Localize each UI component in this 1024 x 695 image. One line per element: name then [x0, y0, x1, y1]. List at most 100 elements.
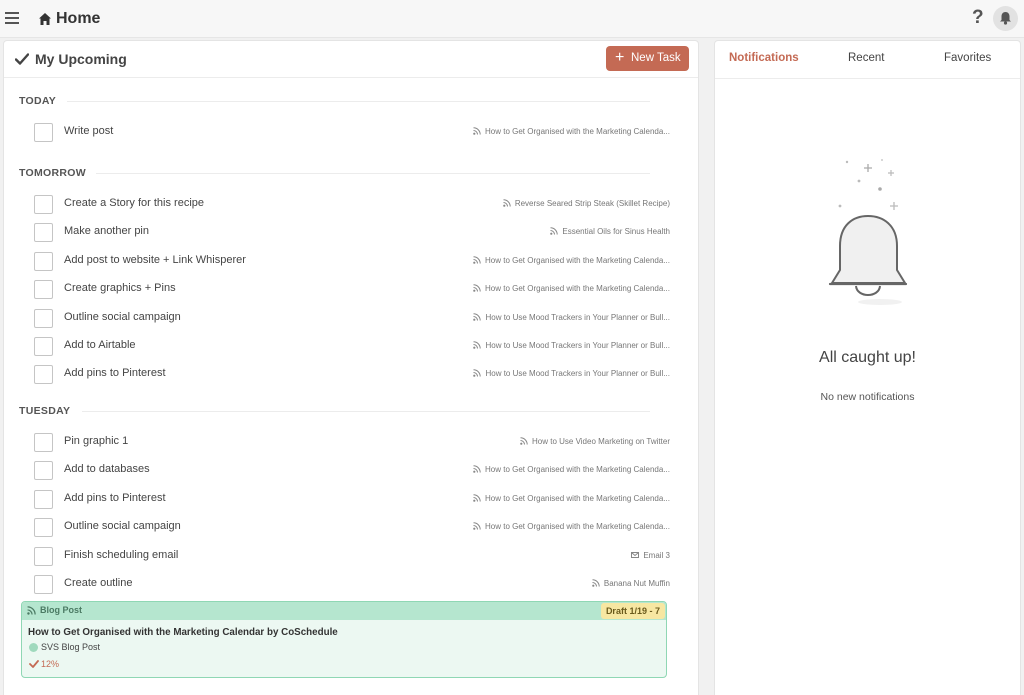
- notifications-button[interactable]: [993, 6, 1018, 31]
- task-link[interactable]: Reverse Seared Strip Steak (Skillet Reci…: [503, 199, 670, 208]
- task-checkbox[interactable]: [34, 518, 53, 537]
- task-checkbox[interactable]: [34, 461, 53, 480]
- task-link[interactable]: Essential Oils for Sinus Health: [550, 227, 670, 236]
- task-title[interactable]: Add pins to Pinterest: [64, 492, 166, 504]
- task-checkbox[interactable]: [34, 575, 53, 594]
- page-title: Home: [56, 10, 101, 27]
- bell-illustration-icon: [828, 159, 908, 305]
- status-date: 1/19 - 7: [629, 606, 660, 616]
- blog-post-card[interactable]: Blog Post Draft 1/19 - 7 How to Get Orga…: [21, 601, 667, 678]
- task-link-label: How to Get Organised with the Marketing …: [485, 284, 670, 293]
- task-title[interactable]: Outline social campaign: [64, 520, 181, 532]
- task-title[interactable]: Outline social campaign: [64, 311, 181, 323]
- tab-favorites[interactable]: Favorites: [944, 52, 991, 64]
- task-row: Add to databases How to Get Organised wi…: [34, 459, 670, 481]
- task-checkbox[interactable]: [34, 223, 53, 242]
- task-link[interactable]: How to Get Organised with the Marketing …: [473, 465, 670, 474]
- task-link-label: How to Get Organised with the Marketing …: [485, 494, 670, 503]
- feed-icon: [473, 494, 481, 502]
- feed-icon: [473, 465, 481, 473]
- task-row: Create outline Banana Nut Muffin: [34, 573, 670, 595]
- task-row: Make another pin Essential Oils for Sinu…: [34, 221, 670, 243]
- task-title[interactable]: Create graphics + Pins: [64, 282, 176, 294]
- task-checkbox[interactable]: [34, 365, 53, 384]
- empty-state-title: All caught up!: [819, 349, 916, 366]
- home-icon: [39, 13, 51, 25]
- blog-title[interactable]: How to Get Organised with the Marketing …: [28, 627, 338, 638]
- section-tomorrow: TOMORROW: [19, 167, 86, 179]
- section-divider: [82, 411, 650, 412]
- task-title[interactable]: Add to Airtable: [64, 339, 136, 351]
- menu-icon[interactable]: [5, 12, 19, 24]
- new-task-button[interactable]: + New Task: [606, 46, 689, 71]
- task-checkbox[interactable]: [34, 309, 53, 328]
- task-link[interactable]: How to Get Organised with the Marketing …: [473, 284, 670, 293]
- task-checkbox[interactable]: [34, 252, 53, 271]
- feed-icon: [473, 127, 481, 135]
- feed-icon: [550, 227, 559, 235]
- task-row: Add to Airtable How to Use Mood Trackers…: [34, 335, 670, 357]
- email-icon: [631, 552, 640, 558]
- check-icon: [15, 53, 29, 65]
- tab-notifications[interactable]: Notifications: [729, 52, 799, 64]
- status-badge[interactable]: Draft 1/19 - 7: [600, 603, 665, 619]
- task-link-label: How to Use Mood Trackers in Your Planner…: [485, 369, 670, 378]
- task-title[interactable]: Write post: [64, 125, 113, 137]
- my-upcoming-panel: My Upcoming + New Task TODAY Write post …: [3, 40, 699, 695]
- task-link-label: How to Get Organised with the Marketing …: [485, 127, 670, 136]
- help-icon[interactable]: ?: [972, 7, 984, 29]
- section-divider: [96, 173, 650, 174]
- check-icon: [29, 660, 39, 668]
- task-checkbox[interactable]: [34, 195, 53, 214]
- task-checkbox[interactable]: [34, 337, 53, 356]
- plus-icon: +: [615, 49, 625, 66]
- task-row: Pin graphic 1 How to Use Video Marketing…: [34, 431, 670, 453]
- panel-title: My Upcoming: [35, 51, 127, 67]
- feed-icon: [473, 341, 482, 349]
- task-link[interactable]: How to Use Mood Trackers in Your Planner…: [473, 369, 670, 378]
- task-link-label: How to Use Mood Trackers in Your Planner…: [485, 341, 670, 350]
- task-row: Add pins to Pinterest How to Get Organis…: [34, 488, 670, 510]
- feed-icon: [473, 522, 481, 530]
- task-title[interactable]: Make another pin: [64, 225, 149, 237]
- task-checkbox[interactable]: [34, 280, 53, 299]
- task-link[interactable]: How to Use Mood Trackers in Your Planner…: [473, 341, 670, 350]
- task-link[interactable]: How to Get Organised with the Marketing …: [473, 494, 670, 503]
- task-title[interactable]: Finish scheduling email: [64, 549, 178, 561]
- task-title[interactable]: Create outline: [64, 577, 133, 589]
- feed-icon: [473, 284, 481, 292]
- task-link[interactable]: How to Get Organised with the Marketing …: [473, 127, 670, 136]
- empty-state-subtitle: No new notifications: [820, 391, 915, 403]
- notifications-panel: Notifications Recent Favorites All caugh…: [714, 40, 1021, 695]
- task-row: Outline social campaign How to Get Organ…: [34, 516, 670, 538]
- tab-recent[interactable]: Recent: [848, 52, 884, 64]
- task-checkbox[interactable]: [34, 490, 53, 509]
- feed-icon: [592, 579, 600, 587]
- task-link[interactable]: How to Use Video Marketing on Twitter: [520, 437, 670, 446]
- section-tuesday: TUESDAY: [19, 405, 71, 417]
- feed-icon: [473, 256, 481, 264]
- feed-icon: [503, 199, 511, 207]
- task-title[interactable]: Add pins to Pinterest: [64, 367, 166, 379]
- task-title[interactable]: Add to databases: [64, 463, 150, 475]
- task-link-label: How to Get Organised with the Marketing …: [485, 522, 670, 531]
- task-link[interactable]: How to Use Mood Trackers in Your Planner…: [473, 313, 670, 322]
- task-link[interactable]: Email 3: [631, 551, 670, 560]
- task-checkbox[interactable]: [34, 433, 53, 452]
- task-title[interactable]: Pin graphic 1: [64, 435, 128, 447]
- tab-bar: Notifications Recent Favorites: [715, 41, 1020, 79]
- feed-icon: [473, 369, 482, 377]
- task-link[interactable]: How to Get Organised with the Marketing …: [473, 522, 670, 531]
- section-divider: [67, 101, 650, 102]
- task-link-label: Essential Oils for Sinus Health: [562, 227, 670, 236]
- task-checkbox[interactable]: [34, 547, 53, 566]
- new-task-label: New Task: [631, 52, 681, 64]
- task-link[interactable]: Banana Nut Muffin: [592, 579, 670, 588]
- task-link[interactable]: How to Get Organised with the Marketing …: [473, 256, 670, 265]
- section-today: TODAY: [19, 95, 57, 107]
- task-row: Finish scheduling email Email 3: [34, 545, 670, 567]
- task-title[interactable]: Add post to website + Link Whisperer: [64, 254, 246, 266]
- task-checkbox[interactable]: [34, 123, 53, 142]
- task-title[interactable]: Create a Story for this recipe: [64, 197, 204, 209]
- bell-icon: [1000, 12, 1011, 25]
